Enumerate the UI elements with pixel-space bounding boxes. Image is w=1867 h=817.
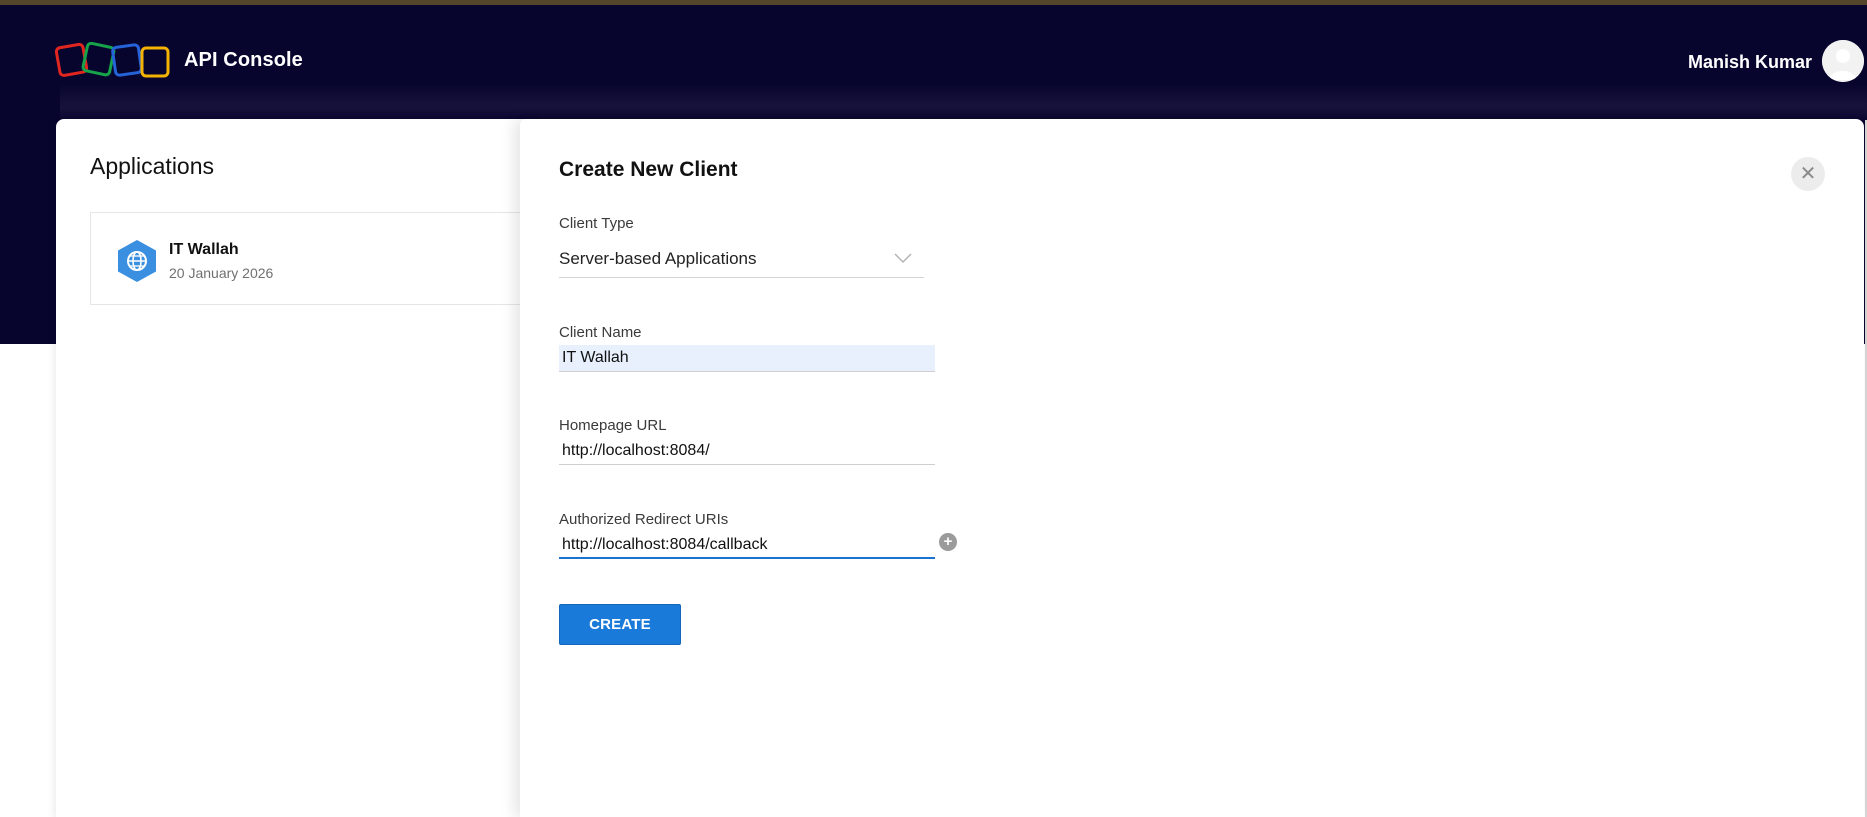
redirect-uris-label: Authorized Redirect URIs: [559, 511, 729, 528]
brand-title: API Console: [184, 49, 303, 71]
client-type-value: Server-based Applications: [559, 249, 757, 268]
application-date: 20 January 2026: [169, 265, 274, 281]
create-client-panel: Create New Client ✕ Client Type Server-b…: [520, 119, 1864, 817]
client-name-input[interactable]: [559, 345, 935, 372]
client-type-label: Client Type: [559, 215, 634, 232]
panel-title: Create New Client: [559, 158, 738, 181]
homepage-url-label: Homepage URL: [559, 417, 667, 434]
user-avatar[interactable]: [1822, 40, 1864, 82]
close-icon[interactable]: ✕: [1791, 157, 1825, 191]
zoho-logo[interactable]: [54, 42, 178, 82]
create-button[interactable]: CREATE: [559, 604, 681, 645]
application-name: IT Wallah: [169, 241, 239, 258]
client-type-select[interactable]: Server-based Applications: [559, 244, 924, 278]
homepage-url-input[interactable]: [559, 438, 935, 465]
redirect-uri-input[interactable]: [559, 532, 935, 559]
chevron-down-icon: [894, 253, 912, 264]
user-name[interactable]: Manish Kumar: [1688, 52, 1812, 73]
client-name-label: Client Name: [559, 324, 642, 341]
applications-panel: Applications IT Wallah 20 January 2026: [56, 119, 550, 817]
globe-icon: [118, 240, 156, 282]
applications-title: Applications: [90, 153, 215, 179]
user-silhouette-icon: [1822, 40, 1864, 82]
application-card[interactable]: IT Wallah 20 January 2026: [90, 212, 550, 305]
plus-circle-icon[interactable]: +: [939, 533, 957, 551]
